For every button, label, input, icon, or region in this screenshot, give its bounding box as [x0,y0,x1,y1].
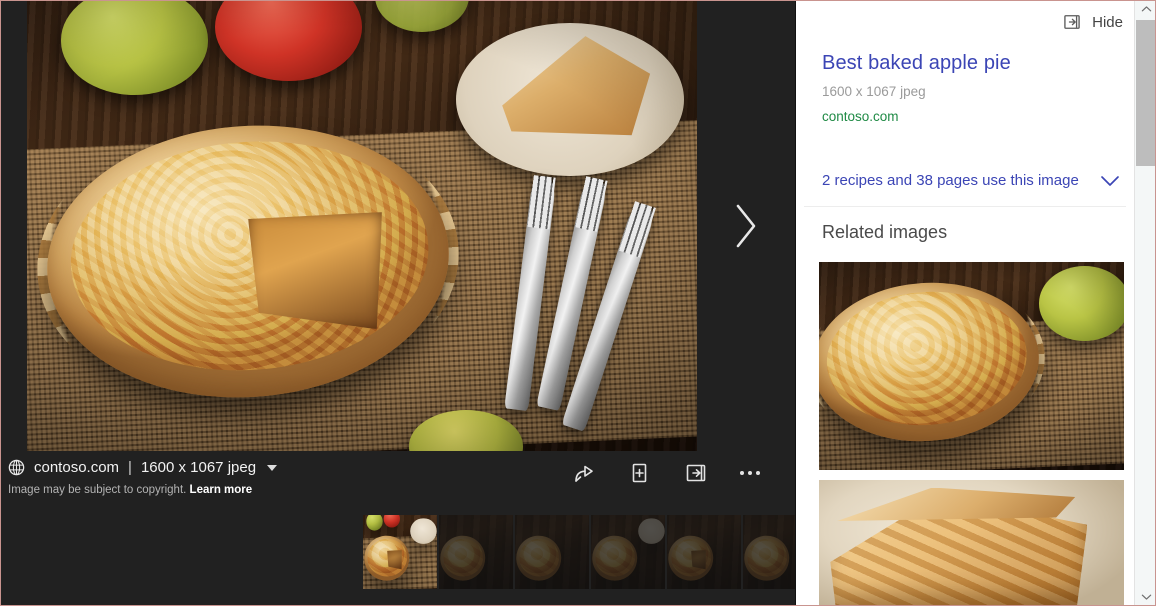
learn-more-link[interactable]: Learn more [190,484,253,496]
scroll-up-button[interactable] [1135,0,1156,18]
thumbnail-item[interactable] [591,515,665,589]
panel-dimensions: 1600 x 1067 jpeg [822,84,926,99]
thumbnail-graphic [515,515,589,589]
chevron-down-icon [1141,594,1151,600]
pages-using-image-label: 2 recipes and 38 pages use this image [822,172,1079,189]
chevron-right-icon [736,204,756,247]
section-divider [804,206,1126,207]
related-image-graphic [819,480,1124,606]
image-detail-panel: Hide Best baked apple pie 1600 x 1067 jp… [795,0,1156,606]
save-icon[interactable] [628,461,652,485]
image-source-line[interactable]: contoso.com | 1600 x 1067 jpeg [8,459,278,476]
scrollbar-thumb[interactable] [1136,20,1156,166]
thumbnail-filmstrip[interactable] [0,507,795,606]
immersive-image-viewer: contoso.com | 1600 x 1067 jpeg Image may… [0,0,795,606]
collapse-panel-icon [1064,15,1080,29]
panel-host-link[interactable]: contoso.com [822,109,899,124]
main-image-graphic [27,0,697,451]
source-site: contoso.com [34,459,120,476]
globe-icon [8,459,25,476]
next-image-button[interactable] [697,0,795,451]
thumbnail-item[interactable] [667,515,741,589]
scroll-down-button[interactable] [1135,588,1156,606]
source-separator: | [128,459,132,476]
chevron-down-icon[interactable] [267,464,278,471]
thumbnail-graphic [667,515,741,589]
hide-panel-button[interactable]: Hide [1062,12,1123,32]
open-in-sidebar-icon[interactable] [684,461,708,485]
thumbnail-item-active[interactable] [363,515,437,589]
copyright-text: Image may be subject to copyright. [8,484,187,496]
thumbnail-graphic [591,515,665,589]
more-options-icon[interactable] [740,461,760,485]
main-image[interactable] [27,0,697,451]
panel-scroll-area: Hide Best baked apple pie 1600 x 1067 jp… [796,0,1135,606]
copyright-notice: Image may be subject to copyright. Learn… [8,484,252,496]
related-image-item[interactable] [819,262,1124,470]
hide-label: Hide [1092,13,1123,31]
image-info-bar: contoso.com | 1600 x 1067 jpeg Image may… [0,451,795,507]
source-dimensions: 1600 x 1067 jpeg [140,459,257,476]
thumbnail-graphic [363,515,437,589]
thumbnail-item[interactable] [439,515,513,589]
panel-scrollbar[interactable] [1134,0,1156,606]
image-action-buttons [572,461,760,485]
related-images-heading: Related images [822,222,948,242]
chevron-up-icon [1141,6,1151,12]
thumbnail-graphic [743,515,795,589]
panel-title-link[interactable]: Best baked apple pie [822,52,1011,75]
thumbnail-item[interactable] [515,515,589,589]
share-icon[interactable] [572,461,596,485]
thumbnail-graphic [439,515,513,589]
related-image-graphic [819,262,1124,470]
thumbnail-item[interactable] [743,515,795,589]
related-image-item[interactable] [819,480,1124,606]
pages-using-image-toggle[interactable]: 2 recipes and 38 pages use this image [822,172,1122,189]
chevron-down-icon [1101,175,1119,186]
image-viewer-app: contoso.com | 1600 x 1067 jpeg Image may… [0,0,1156,606]
